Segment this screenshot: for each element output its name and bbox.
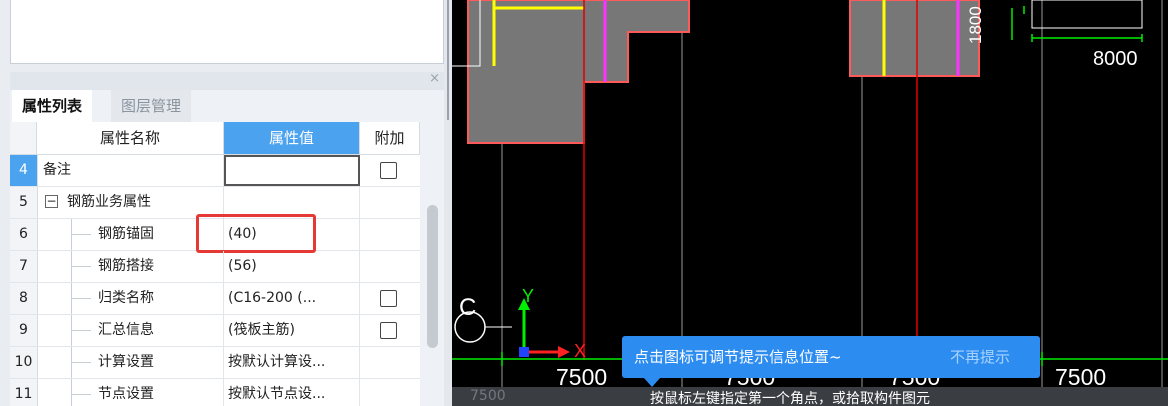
property-name: 备注 (43, 162, 71, 178)
tooltip-arrow (644, 378, 660, 387)
extra-cell (360, 187, 420, 218)
row-number: 8 (10, 283, 38, 314)
ucs-icon (518, 298, 570, 358)
axis-y-label: Y (522, 286, 535, 306)
property-row[interactable]: 7 钢筋搭接 (56) (10, 251, 420, 283)
hint-message: 点击图标可调节提示信息位置~ (634, 348, 842, 366)
close-icon[interactable]: × (429, 71, 440, 86)
property-value[interactable]: 按默认节点设... (224, 379, 360, 406)
row-number: 7 (10, 251, 38, 282)
extra-cell (360, 315, 420, 346)
property-value[interactable]: (56) (224, 251, 360, 282)
property-name-cell: 汇总信息 (37, 315, 224, 346)
property-name: 汇总信息 (98, 322, 154, 338)
property-name-cell: 归类名称 (37, 283, 224, 314)
status-bar: 7500 按鼠标左键指定第一个角点，或拾取构件图元 (452, 387, 1168, 406)
slab-right (849, 0, 980, 77)
splitter-handle[interactable] (447, 0, 449, 120)
extra-cell (360, 347, 420, 378)
extra-checkbox[interactable] (380, 322, 397, 339)
header-property-name: 属性名称 (37, 122, 224, 155)
dim-right: 8000 (1093, 48, 1138, 70)
row-number: 4 (10, 155, 38, 186)
group-name: 钢筋业务属性 (67, 194, 151, 210)
row-number: 9 (10, 315, 38, 346)
property-value[interactable]: 按默认计算设... (224, 347, 360, 378)
extra-cell (360, 379, 420, 406)
slab-left (467, 0, 690, 144)
dim-vertical: 1800 (966, 6, 985, 44)
row-number: 10 (10, 347, 38, 378)
extra-checkbox[interactable] (380, 290, 397, 307)
status-faint-text: 7500 (470, 388, 506, 404)
property-value[interactable] (224, 155, 360, 186)
extra-cell (360, 219, 420, 250)
status-prompt: 按鼠标左键指定第一个角点，或拾取构件图元 (650, 391, 930, 406)
property-row[interactable]: 4 备注 (10, 155, 420, 187)
tab-layer-management[interactable]: 图层管理 (111, 90, 192, 122)
extra-cell (360, 251, 420, 282)
property-row[interactable]: 8 归类名称 (C16-200 (... (10, 283, 420, 315)
panel-tabs: 属性列表 图层管理 (10, 90, 444, 122)
header-property-value: 属性值 (224, 122, 360, 155)
property-name-cell: 钢筋搭接 (37, 251, 224, 282)
property-name: 节点设置 (98, 386, 154, 402)
property-name-cell: 计算设置 (37, 347, 224, 378)
axis-x-label: X (574, 341, 587, 361)
property-name: 钢筋搭接 (98, 258, 154, 274)
axis-label: C (459, 294, 477, 321)
extra-checkbox[interactable] (380, 162, 397, 179)
header-corner (10, 122, 37, 155)
property-name: 归类名称 (98, 290, 154, 306)
property-name: 钢筋锚固 (98, 226, 154, 242)
property-row[interactable]: 11 节点设置 按默认节点设... (10, 379, 420, 406)
row-number: 5 (10, 187, 38, 218)
property-row[interactable]: 10 计算设置 按默认计算设... (10, 347, 420, 379)
header-extra: 附加 (360, 122, 420, 155)
property-name-cell: − 钢筋业务属性 (37, 187, 224, 218)
scrollbar-thumb[interactable] (427, 205, 438, 348)
property-name-cell: 备注 (37, 155, 224, 186)
row-number: 11 (10, 379, 38, 406)
highlight-box (196, 214, 316, 253)
left-panel: × 属性列表 图层管理 属性名称 属性值 附加 4 备注 5− 钢筋业务属性 6 钢筋锚固… (0, 0, 452, 406)
collapse-icon[interactable]: − (45, 195, 58, 208)
property-grid: 属性名称 属性值 附加 4 备注 5− 钢筋业务属性 6 钢筋锚固 (40) 7 钢筋搭接 (56… (10, 122, 420, 406)
extra-cell (360, 155, 420, 186)
hint-tooltip[interactable]: 点击图标可调节提示信息位置~ 不再提示 (622, 336, 1040, 387)
property-row[interactable]: 6 钢筋锚固 (40) (10, 214, 420, 253)
tab-property-list[interactable]: 属性列表 (12, 90, 93, 122)
preview-box (10, 0, 444, 64)
property-name: 计算设置 (98, 354, 154, 370)
property-row[interactable]: 9 汇总信息 (筏板主筋) (10, 315, 420, 347)
property-value[interactable]: (C16-200 (... (224, 283, 360, 314)
property-name-cell: 节点设置 (37, 379, 224, 406)
dont-show-again-button[interactable]: 不再提示 (950, 336, 1010, 378)
properties-panel-header: × (10, 71, 444, 90)
row-number: 6 (10, 219, 38, 250)
extra-cell (360, 283, 420, 314)
property-value[interactable]: (筏板主筋) (224, 315, 360, 346)
